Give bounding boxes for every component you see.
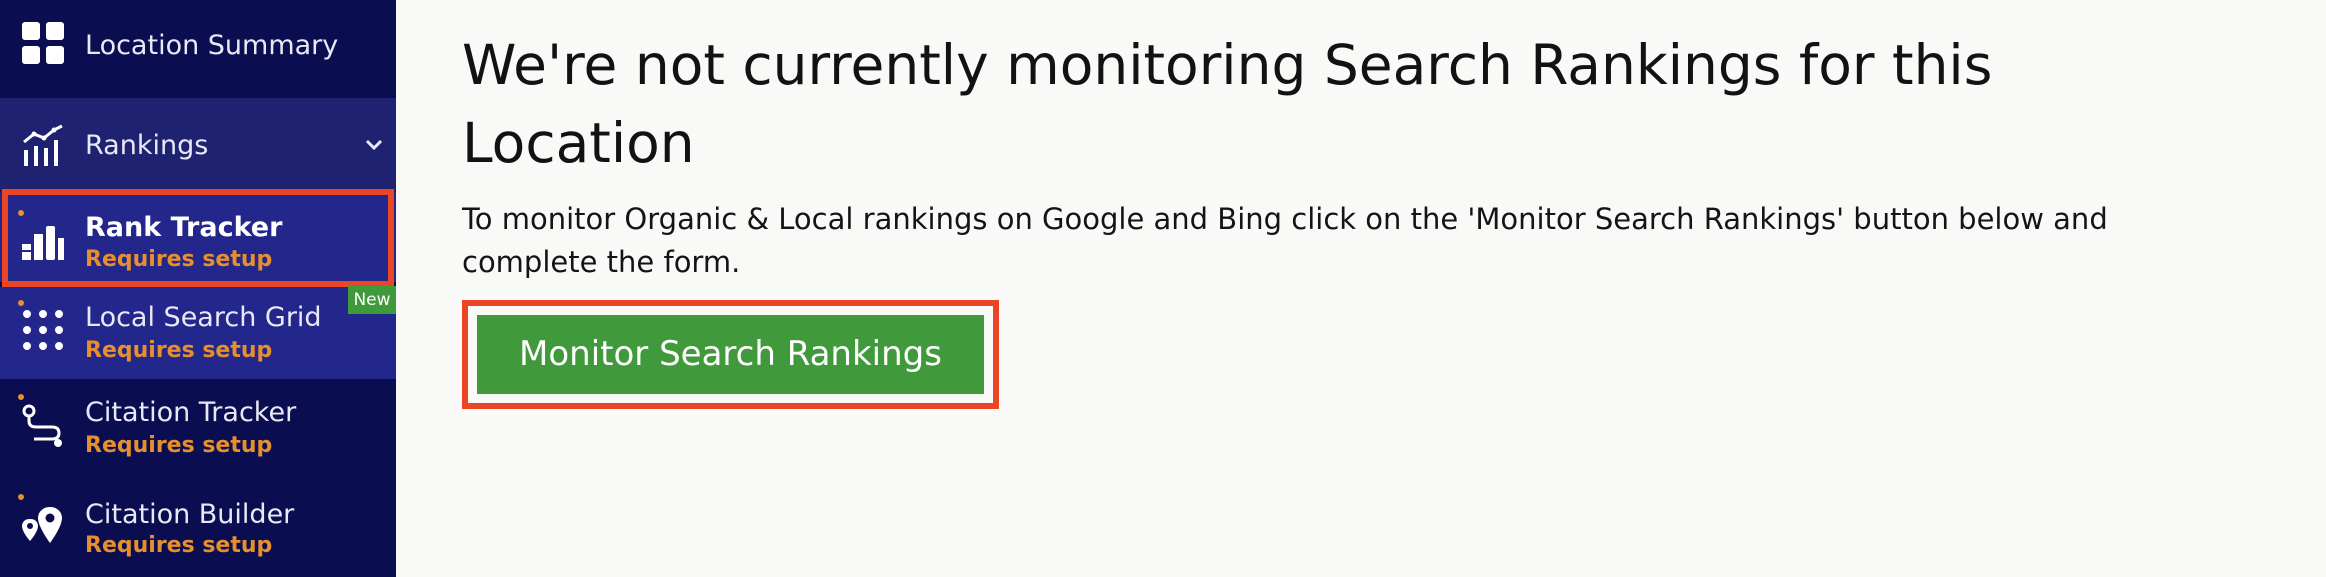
status-dot [18, 394, 24, 400]
nav-local-search-grid-status: Requires setup [85, 338, 273, 363]
status-dot [18, 300, 24, 306]
nav-citation-tracker-label: Citation Tracker [85, 397, 297, 428]
new-badge: New [348, 286, 396, 314]
nav-location-summary-label: Location Summary [85, 30, 339, 61]
highlight-outline [2, 189, 394, 287]
nav-local-search-grid-label: Local Search Grid [85, 302, 322, 333]
nav-citation-tracker-status: Requires setup [85, 433, 273, 458]
main-content: We're not currently monitoring Search Ra… [396, 0, 2326, 577]
nav-rankings[interactable]: Rankings [0, 98, 396, 194]
nav-citation-tracker[interactable]: Citation Tracker Requires setup [0, 379, 396, 479]
map-pins-icon [22, 507, 62, 543]
dots-grid-icon [23, 310, 63, 350]
nav-location-summary[interactable]: Location Summary [0, 0, 396, 94]
page-description: To monitor Organic & Local rankings on G… [462, 202, 2108, 279]
chevron-down-icon[interactable] [364, 138, 384, 152]
grid-icon [22, 22, 64, 64]
page-title: We're not currently monitoring Search Ra… [462, 33, 1993, 175]
nav-citation-builder-label: Citation Builder [85, 499, 295, 530]
route-icon [22, 404, 62, 447]
nav-citation-builder-status: Requires setup [85, 533, 273, 558]
sidebar: Location Summary Rankings Rank Tracker R… [0, 0, 396, 577]
nav-rankings-label: Rankings [85, 130, 209, 161]
nav-citation-builder[interactable]: Citation Builder Requires setup [0, 479, 396, 577]
status-dot [18, 494, 24, 500]
chart-line-icon [23, 124, 63, 166]
nav-local-search-grid[interactable]: Local Search Grid Requires setup [0, 287, 396, 379]
monitor-search-rankings-button[interactable]: Monitor Search Rankings [477, 315, 984, 394]
